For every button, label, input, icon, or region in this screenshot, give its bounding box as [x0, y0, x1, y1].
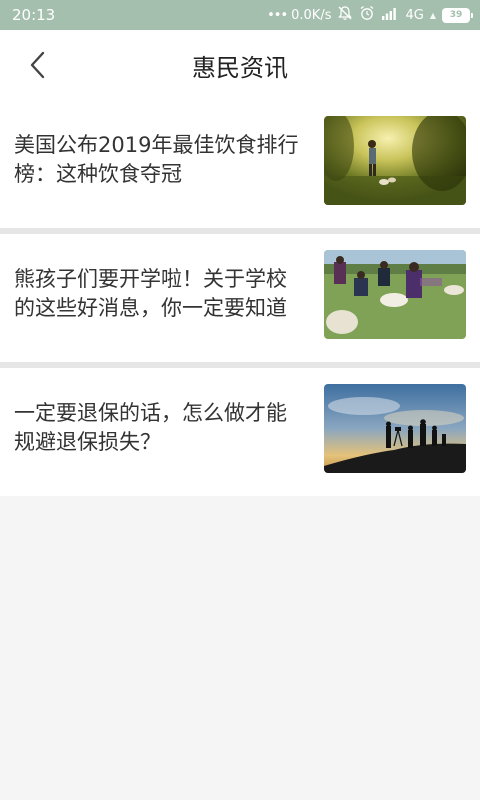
news-title: 熊孩子们要开学啦！关于学校的这些好消息，你一定要知道 [14, 267, 287, 320]
alarm-icon [359, 5, 375, 25]
news-list: 美国公布2019年最佳饮食排行榜：这种饮食夺冠 熊孩子们要开学啦！关于学校的这些… [0, 100, 480, 496]
page-title: 惠民资讯 [192, 53, 288, 82]
network-speed: 0.0K/s [291, 7, 332, 23]
signal-icon [381, 5, 399, 25]
sunlit-garden-photo [324, 115, 466, 205]
silhouette-hill-sunset-photo [324, 383, 466, 473]
news-thumbnail [324, 383, 466, 473]
chevron-left-icon [30, 51, 45, 79]
battery-level: 39 [449, 9, 463, 20]
status-time: 20:13 [12, 6, 56, 24]
news-item[interactable]: 熊孩子们要开学啦！关于学校的这些好消息，你一定要知道 [0, 234, 480, 362]
back-button[interactable] [20, 47, 56, 83]
mute-icon [337, 5, 353, 25]
news-title: 美国公布2019年最佳饮食排行榜：这种饮食夺冠 [14, 133, 299, 186]
status-icons: ••• 0.0K/s 4G ▲ 39 [267, 5, 473, 25]
header: 惠民资讯 [0, 30, 480, 100]
news-thumbnail [324, 249, 466, 339]
more-dots-icon: ••• [267, 7, 288, 23]
news-item[interactable]: 美国公布2019年最佳饮食排行榜：这种饮食夺冠 [0, 100, 480, 228]
status-bar: 20:13 ••• 0.0K/s 4G ▲ 39 [0, 0, 480, 30]
sheep-shearing-photo [324, 249, 466, 339]
news-item[interactable]: 一定要退保的话，怎么做才能规避退保损失？ [0, 368, 480, 496]
news-title: 一定要退保的话，怎么做才能规避退保损失？ [14, 401, 287, 454]
wifi-icon: ▲ [429, 10, 436, 20]
network-type: 4G [405, 7, 424, 23]
battery-icon: 39 [442, 7, 473, 23]
app-screen: 20:13 ••• 0.0K/s 4G ▲ 39 惠民资讯 美国公布2019年最… [0, 0, 480, 800]
news-thumbnail [324, 115, 466, 205]
